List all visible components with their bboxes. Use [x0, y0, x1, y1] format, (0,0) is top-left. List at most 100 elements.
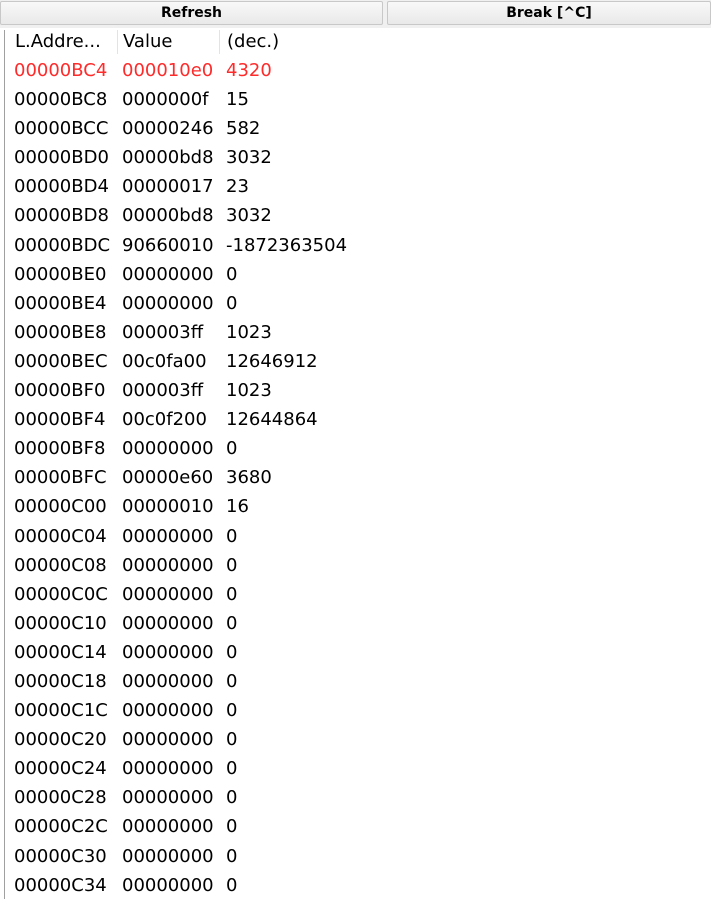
memory-row[interactable]: 00000C20 00000000 0 [6, 725, 711, 754]
row-value: 00000017 [122, 176, 214, 198]
row-value: 00000000 [122, 845, 214, 867]
row-address: 00000BC8 [14, 89, 108, 111]
row-value: 00000000 [122, 583, 214, 605]
memory-row[interactable]: 00000C04 00000000 0 [6, 522, 711, 551]
row-decimal: 0 [226, 583, 238, 605]
memory-row[interactable]: 00000BE8 000003ff 1023 [6, 318, 711, 347]
row-value: 00000000 [122, 729, 214, 751]
memory-row[interactable]: 00000BF4 00c0f200 12644864 [6, 405, 711, 434]
row-value: 00000e60 [122, 467, 214, 489]
row-value: 00000000 [122, 641, 214, 663]
row-address: 00000BC4 [14, 60, 108, 81]
row-decimal: 0 [226, 874, 238, 896]
row-address: 00000BE4 [14, 292, 107, 314]
memory-row[interactable]: 00000C00 00000010 16 [6, 492, 711, 521]
row-address: 00000C30 [14, 845, 107, 867]
row-value: 00000bd8 [122, 205, 214, 227]
memory-row[interactable]: 00000C0C 00000000 0 [6, 580, 711, 609]
memory-row[interactable]: 00000BFC 00000e60 3680 [6, 463, 711, 492]
memory-row[interactable]: 00000BE4 00000000 0 [6, 289, 711, 318]
memory-row[interactable]: 00000C14 00000000 0 [6, 638, 711, 667]
row-value: 00000000 [122, 670, 214, 692]
list-left-border [4, 30, 5, 899]
memory-row[interactable]: 00000BC4 000010e0 4320 [6, 56, 711, 85]
row-decimal: 0 [226, 729, 238, 751]
row-address: 00000BF4 [14, 409, 106, 431]
row-address: 00000BEC [14, 350, 108, 372]
row-decimal: 16 [226, 496, 249, 518]
row-decimal: 12644864 [226, 409, 318, 431]
row-address: 00000C04 [14, 525, 107, 547]
row-decimal: 3032 [226, 205, 272, 227]
row-address: 00000BE8 [14, 321, 107, 343]
memory-row[interactable]: 00000BCC 00000246 582 [6, 114, 711, 143]
row-decimal: 1023 [226, 321, 272, 343]
row-address: 00000C2C [14, 816, 108, 838]
row-value: 00000000 [122, 263, 214, 285]
row-address: 00000BDC [14, 234, 111, 256]
memory-row[interactable]: 00000BE0 00000000 0 [6, 260, 711, 289]
row-decimal: 0 [226, 641, 238, 663]
row-value: 00c0fa00 [122, 350, 207, 372]
row-address: 00000BFC [14, 467, 107, 489]
memory-row[interactable]: 00000BEC 00c0fa00 12646912 [6, 347, 711, 376]
refresh-button[interactable]: Refresh [0, 1, 383, 25]
column-divider[interactable] [219, 30, 220, 54]
row-value: 000003ff [122, 321, 204, 343]
memory-row[interactable]: 00000BD4 00000017 23 [6, 172, 711, 201]
row-decimal: 1023 [226, 380, 272, 402]
row-address: 00000C00 [14, 496, 107, 518]
row-value: 00000010 [122, 496, 214, 518]
memory-row[interactable]: 00000BD8 00000bd8 3032 [6, 201, 711, 230]
memory-row[interactable]: 00000BDC 90660010 -1872363504 [6, 231, 711, 260]
memory-row[interactable]: 00000C10 00000000 0 [6, 609, 711, 638]
row-address: 00000C10 [14, 612, 107, 634]
memory-row[interactable]: 00000C28 00000000 0 [6, 783, 711, 812]
row-value: 00000246 [122, 118, 214, 140]
row-address: 00000BD4 [14, 176, 109, 198]
memory-row[interactable]: 00000BD0 00000bd8 3032 [6, 143, 711, 172]
column-header-address[interactable]: L.Addre... [15, 28, 113, 56]
memory-row[interactable]: 00000BC8 0000000f 15 [6, 85, 711, 114]
memory-row[interactable]: 00000C08 00000000 0 [6, 551, 711, 580]
row-decimal: 0 [226, 758, 238, 780]
row-address: 00000C0C [14, 583, 108, 605]
row-decimal: 0 [226, 700, 238, 722]
memory-row[interactable]: 00000BF8 00000000 0 [6, 434, 711, 463]
row-decimal: 4320 [226, 60, 272, 81]
memory-rows: 00000BC4 000010e0 4320 00000BC8 0000000f 15 00… [6, 56, 711, 899]
row-value: 00000000 [122, 292, 214, 314]
row-decimal: 0 [226, 292, 238, 314]
row-address: 00000BD8 [14, 205, 109, 227]
memory-row[interactable]: 00000C24 00000000 0 [6, 754, 711, 783]
memory-row[interactable]: 00000C30 00000000 0 [6, 842, 711, 871]
memory-row[interactable]: 00000C34 00000000 0 [6, 871, 711, 899]
row-value: 00000000 [122, 525, 214, 547]
row-value: 00000000 [122, 787, 214, 809]
row-decimal: 0 [226, 787, 238, 809]
row-value: 90660010 [122, 234, 214, 256]
column-header-decimal[interactable]: (dec.) [227, 28, 427, 56]
memory-row[interactable]: 00000BF0 000003ff 1023 [6, 376, 711, 405]
column-header-value[interactable]: Value [123, 28, 213, 56]
row-decimal: 0 [226, 845, 238, 867]
memory-row[interactable]: 00000C18 00000000 0 [6, 667, 711, 696]
row-value: 00000000 [122, 874, 214, 896]
row-decimal: 0 [226, 525, 238, 547]
memory-list-view[interactable]: L.Addre... Value (dec.) 00000BC4 000010e0… [0, 28, 711, 899]
row-value: 00000000 [122, 758, 214, 780]
row-decimal: 582 [226, 118, 261, 140]
memory-row[interactable]: 00000C2C 00000000 0 [6, 812, 711, 841]
break-button[interactable]: Break [^C] [387, 1, 711, 25]
row-decimal: 0 [226, 554, 238, 576]
row-value: 00000000 [122, 816, 214, 838]
row-address: 00000C20 [14, 729, 107, 751]
memory-row[interactable]: 00000C1C 00000000 0 [6, 696, 711, 725]
column-divider[interactable] [117, 30, 118, 54]
row-address: 00000C24 [14, 758, 107, 780]
row-address: 00000C18 [14, 670, 107, 692]
row-decimal: -1872363504 [226, 234, 348, 256]
row-address: 00000C08 [14, 554, 107, 576]
row-address: 00000BE0 [14, 263, 107, 285]
row-address: 00000C34 [14, 874, 107, 896]
